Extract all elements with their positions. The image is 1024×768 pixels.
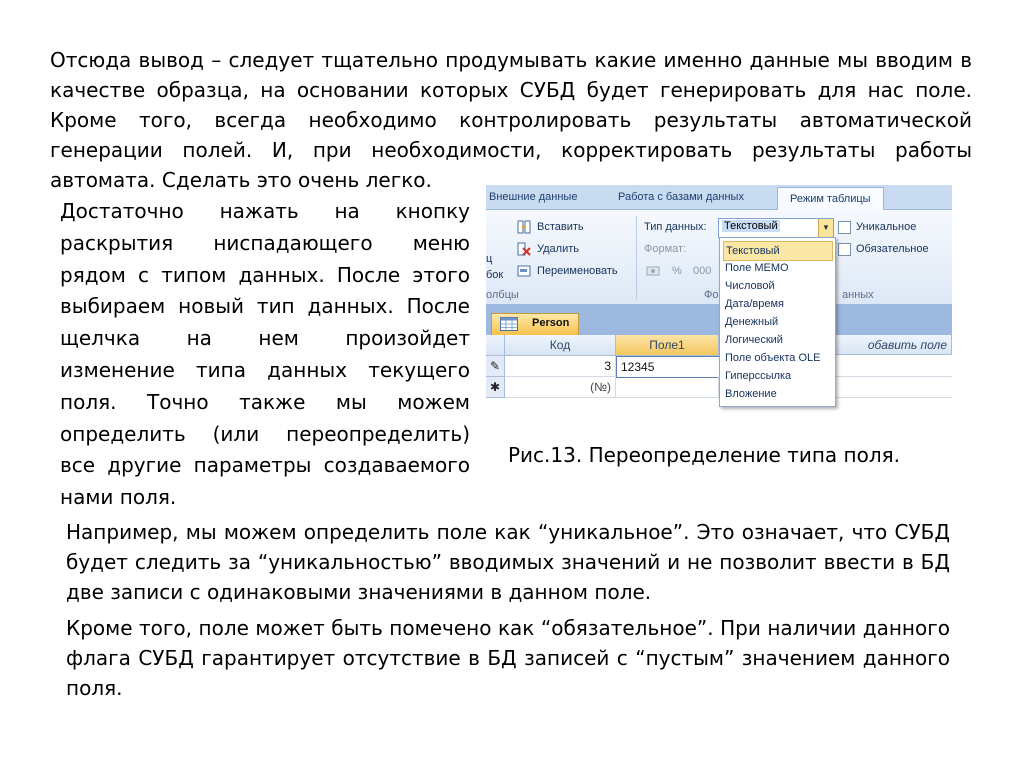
tab-external-data[interactable]: Внешние данные: [489, 185, 577, 209]
insert-button[interactable]: Вставить: [537, 220, 584, 234]
percent-button[interactable]: %: [672, 264, 682, 278]
tab-datasheet-mode[interactable]: Режим таблицы: [777, 187, 884, 211]
insert-column-icon: [517, 220, 531, 234]
group-label-columns: олбцы: [486, 289, 519, 301]
instruction-paragraph: Достаточно нажать на кнопку раскрытия ни…: [60, 199, 470, 510]
group-divider: [636, 216, 637, 300]
required-checkbox[interactable]: [838, 243, 851, 256]
thousands-button[interactable]: 000: [693, 264, 711, 278]
cell-field1-new[interactable]: [616, 377, 719, 398]
rename-column-icon: [517, 265, 531, 277]
chevron-down-icon[interactable]: ▼: [818, 219, 833, 237]
column-header-id[interactable]: Код: [505, 335, 616, 356]
access-screenshot: Внешние данные Работа с базами данных Ре…: [486, 185, 952, 425]
dropdown-item-text[interactable]: Текстовый: [723, 241, 833, 261]
dropdown-item-hyperlink[interactable]: Гиперссылка: [723, 367, 833, 385]
datatype-label: Тип данных:: [644, 221, 707, 233]
dropdown-item-ole[interactable]: Поле объекта OLE: [723, 349, 833, 367]
dropdown-item-memo[interactable]: Поле MEMO: [723, 259, 833, 277]
datatype-dropdown: Текстовый Поле MEMO Числовой Дата/время …: [719, 237, 836, 407]
column-header-field1[interactable]: Поле1: [616, 335, 719, 356]
row-selector-new[interactable]: ✱: [486, 377, 505, 398]
format-label: Формат:: [644, 243, 687, 255]
group-label-format: Фо: [704, 289, 719, 301]
currency-icon: [646, 266, 660, 276]
ribbon-tab-bar: Внешние данные Работа с базами данных Ре…: [486, 185, 952, 211]
dropdown-item-datetime[interactable]: Дата/время: [723, 295, 833, 313]
ribbon-fragment: бок: [486, 269, 504, 281]
cell-id-new[interactable]: (№): [505, 377, 616, 398]
unique-checkbox[interactable]: [838, 221, 851, 234]
datatype-select-value: Текстовый: [722, 220, 780, 232]
cell-field1[interactable]: 12345: [616, 356, 720, 378]
required-label: Обязательное: [856, 243, 929, 255]
unique-paragraph: Например, мы можем определить поле как “…: [66, 520, 950, 604]
group-label-data: анных: [842, 289, 874, 301]
dropdown-item-currency[interactable]: Денежный: [723, 313, 833, 331]
rename-button[interactable]: Переименовать: [537, 264, 618, 278]
delete-button[interactable]: Удалить: [537, 242, 579, 256]
intro-paragraph: Отсюда вывод – следует тщательно продумы…: [50, 48, 972, 192]
document-tab-label: Person: [532, 317, 570, 329]
dropdown-item-number[interactable]: Числовой: [723, 277, 833, 295]
document-tab-person[interactable]: Person: [491, 313, 579, 335]
figure-caption: Рис.13. Переопределение типа поля.: [508, 443, 901, 467]
table-icon: [500, 317, 518, 331]
dropdown-item-boolean[interactable]: Логический: [723, 331, 833, 349]
cell-id[interactable]: 3: [505, 356, 616, 377]
dropdown-item-attachment[interactable]: Вложение: [723, 385, 833, 403]
ribbon-fragment: ц: [486, 253, 493, 265]
corner-selector[interactable]: [486, 335, 505, 356]
datatype-select[interactable]: Текстовый ▼: [718, 218, 834, 238]
unique-label: Уникальное: [856, 221, 917, 233]
row-selector-edit[interactable]: ✎: [486, 356, 505, 377]
required-paragraph: Кроме того, поле может быть помечено как…: [66, 616, 950, 700]
tab-database-tools[interactable]: Работа с базами данных: [618, 185, 744, 209]
delete-column-icon: [517, 242, 531, 256]
